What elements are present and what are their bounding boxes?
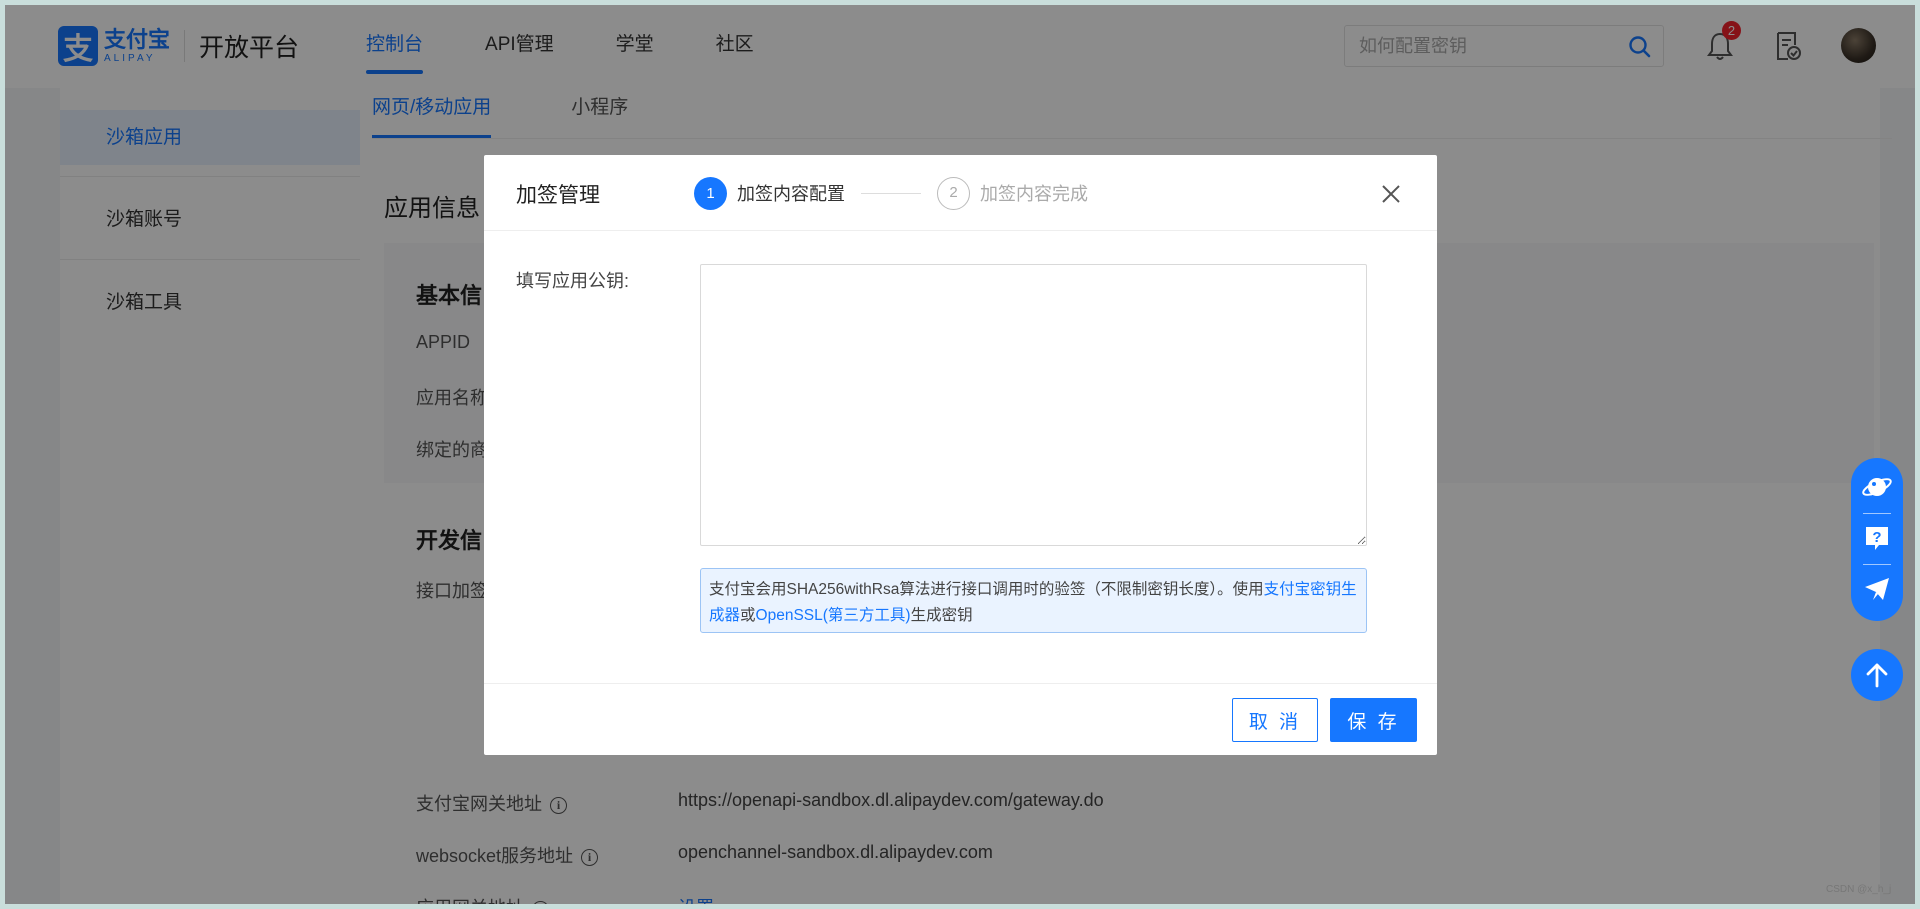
dialog-title: 加签管理	[516, 184, 600, 207]
float-divider	[1863, 513, 1891, 514]
planet-icon[interactable]	[1861, 471, 1893, 503]
watermark: CSDN @x_h_j	[1826, 884, 1892, 895]
floating-help-bar: ?	[1851, 458, 1903, 621]
step-1-label: 加签内容配置	[737, 184, 845, 204]
step-1-circle: 1	[694, 176, 727, 210]
svg-text:?: ?	[1872, 529, 1881, 546]
openssl-link[interactable]: OpenSSL(第三方工具)	[756, 607, 911, 624]
steps: 1 加签内容配置 2 加签内容完成	[694, 176, 1088, 210]
feedback-plane-icon[interactable]	[1861, 573, 1893, 605]
step-2-circle: 2	[937, 176, 970, 210]
key-hint-box: 支付宝会用SHA256withRsa算法进行接口调用时的验签（不限制密钥长度）。…	[700, 568, 1367, 633]
sign-management-dialog: 加签管理 1 加签内容配置 2 加签内容完成 填写应用公钥: 支付宝会用SHA2…	[484, 155, 1437, 755]
public-key-textarea[interactable]	[700, 264, 1367, 546]
hint-suffix-text: 生成密钥	[910, 607, 973, 624]
hint-or-text: 或	[740, 607, 756, 624]
close-icon[interactable]	[1379, 182, 1403, 206]
public-key-label: 填写应用公钥:	[516, 271, 630, 291]
dialog-footer-divider	[484, 683, 1437, 684]
cancel-button[interactable]: 取 消	[1232, 698, 1318, 742]
back-to-top-button[interactable]	[1851, 649, 1903, 701]
step-2-label: 加签内容完成	[980, 184, 1088, 204]
help-question-icon[interactable]: ?	[1861, 522, 1893, 554]
hint-text: 支付宝会用SHA256withRsa算法进行接口调用时的验签（不限制密钥长度）。…	[709, 581, 1264, 598]
arrow-up-icon	[1866, 663, 1888, 688]
float-divider	[1863, 564, 1891, 565]
step-connector	[861, 192, 921, 194]
save-button[interactable]: 保 存	[1330, 698, 1417, 742]
dialog-header-divider	[484, 230, 1437, 231]
